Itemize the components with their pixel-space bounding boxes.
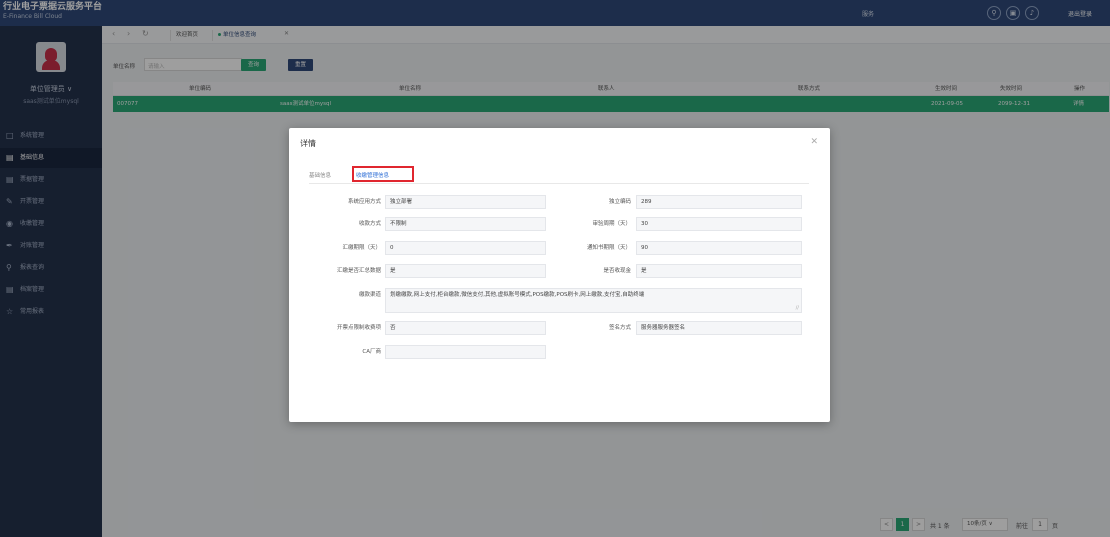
field-label: 是否收现金 bbox=[603, 268, 631, 274]
field-label: 缴款渠道 bbox=[358, 292, 381, 298]
close-icon[interactable]: ✕ bbox=[810, 137, 818, 147]
ca-vendor-field[interactable] bbox=[385, 345, 546, 359]
sys-mode-field[interactable]: 独立部署 bbox=[385, 195, 546, 209]
field-label: 独立编码 bbox=[608, 199, 631, 205]
cash-field[interactable]: 是 bbox=[636, 264, 802, 278]
resize-handle-icon[interactable]: ∕∕ bbox=[796, 305, 799, 311]
field-label: 签名方式 bbox=[608, 325, 631, 331]
bill-audit-field[interactable]: 否 bbox=[385, 321, 546, 335]
remit-limit-field[interactable]: 0 bbox=[385, 241, 546, 255]
sign-mode-field[interactable]: 服务器服务器签名 bbox=[636, 321, 802, 335]
field-label: 汇缴是否汇总数据 bbox=[336, 268, 381, 274]
field-label: 汇缴期限（天） bbox=[342, 245, 381, 251]
field-label: 收款方式 bbox=[358, 221, 381, 227]
field-label: 审验周期（天） bbox=[592, 221, 631, 227]
collect-mode-field[interactable]: 不限制 bbox=[385, 217, 546, 231]
notice-limit-field[interactable]: 90 bbox=[636, 241, 802, 255]
audit-cycle-field[interactable]: 30 bbox=[636, 217, 802, 231]
tab-basic-info[interactable]: 基础信息 bbox=[309, 171, 331, 179]
channel-textarea[interactable]: 划缴缴款,网上支付,柜台缴款,微信支付,其他,虚拟账号模式,POS缴款,POS刷… bbox=[385, 288, 802, 313]
field-label: 通知书期限（天） bbox=[586, 245, 631, 251]
field-label: 开票点限制收费项 bbox=[336, 325, 381, 331]
channel-text: 划缴缴款,网上支付,柜台缴款,微信支付,其他,虚拟账号模式,POS缴款,POS刷… bbox=[390, 292, 645, 298]
highlight-box bbox=[352, 166, 414, 182]
remit-summary-field[interactable]: 是 bbox=[385, 264, 546, 278]
modal-tabs: 基础信息 收缴管理信息 bbox=[309, 166, 809, 184]
modal-title: 详情 bbox=[300, 139, 316, 148]
detail-modal: 详情 ✕ 基础信息 收缴管理信息 系统应用方式 独立部署 独立编码 289 收款… bbox=[289, 128, 830, 422]
field-label: CA厂商 bbox=[362, 349, 381, 355]
field-label: 系统应用方式 bbox=[347, 199, 381, 205]
indep-code-field[interactable]: 289 bbox=[636, 195, 802, 209]
